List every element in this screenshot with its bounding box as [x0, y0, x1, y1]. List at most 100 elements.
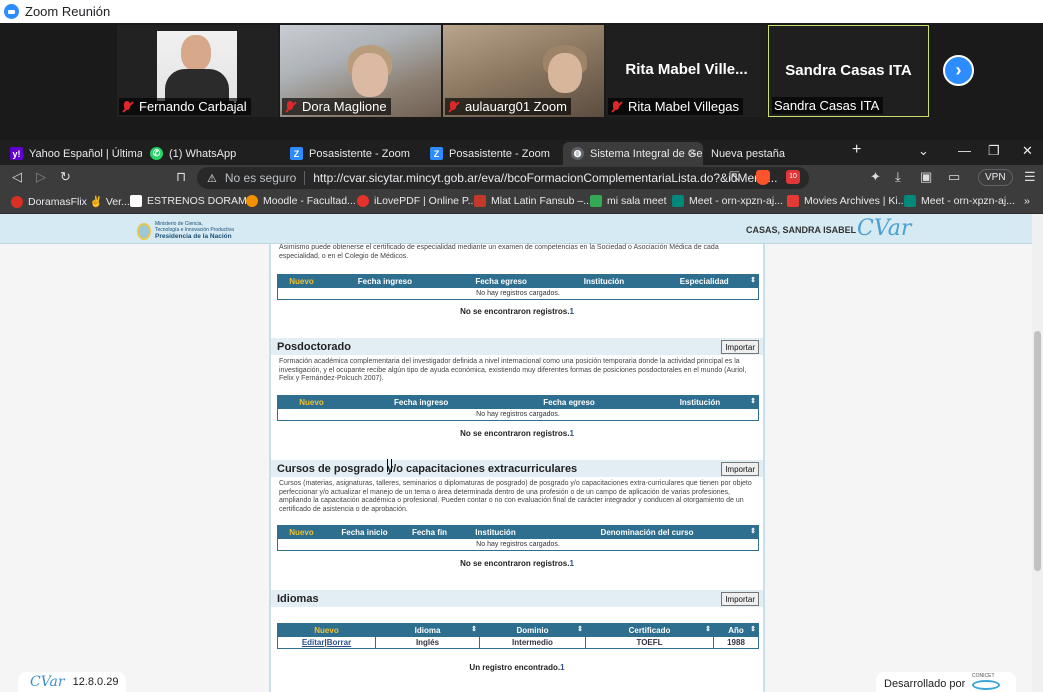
browser-tab[interactable]: Z Posasistente - Zoom	[422, 142, 562, 165]
column-header[interactable]: Fecha fin	[403, 525, 456, 539]
column-header[interactable]: Fecha egreso	[496, 395, 642, 409]
zoom-video-strip: Fernando Carbajal Dora Maglione aulauarg…	[0, 23, 1043, 140]
result-summary: No se encontraron registros.1	[271, 429, 763, 438]
participant-tile[interactable]: Dora Maglione	[280, 25, 441, 117]
share-icon[interactable]: ⇱	[729, 169, 740, 185]
bookmark-item[interactable]: iLovePDF | Online P...	[357, 195, 476, 207]
delete-link[interactable]: Borrar	[327, 638, 351, 647]
extensions-icon[interactable]: ✦	[870, 169, 881, 185]
security-label[interactable]: No es seguro	[225, 171, 296, 185]
column-header[interactable]: Certificado ⇕	[585, 623, 714, 637]
maximize-icon[interactable]: ❐	[988, 143, 1000, 159]
address-bar[interactable]: ⚠ No es seguro http://cvar.sicytar.mincy…	[197, 167, 809, 189]
tab-label: Posasistente - Zoom	[309, 147, 410, 160]
column-header[interactable]: Idioma ⇕	[375, 623, 480, 637]
import-button[interactable]: Importar	[721, 462, 759, 476]
back-icon[interactable]: ◁	[12, 169, 22, 185]
column-header-new[interactable]: Nuevo	[277, 274, 326, 288]
column-header[interactable]: Año ⇕	[713, 623, 759, 637]
mic-muted-icon	[610, 100, 622, 113]
header-label: Institución	[679, 397, 721, 407]
close-tab-icon[interactable]: ✕	[688, 147, 697, 160]
participant-tile[interactable]: aulauarg01 Zoom	[443, 25, 604, 117]
result-summary: No se encontraron registros.1	[271, 307, 763, 316]
bookmark-item[interactable]: Moodle - Facultad...	[246, 195, 356, 207]
cvar-logo[interactable]: CVar	[857, 216, 911, 241]
sort-icon[interactable]: ⇕	[705, 625, 711, 633]
result-page-link[interactable]: 1	[569, 429, 573, 438]
header-label: Institución	[475, 527, 516, 537]
wallet-icon[interactable]: ▭	[948, 169, 960, 185]
bookmark-item[interactable]: ESTRENOS DORAM...	[130, 195, 256, 207]
argentina-sun-icon	[137, 222, 151, 240]
result-page-link[interactable]: 1	[569, 307, 573, 316]
conicet-logo-icon[interactable]	[972, 680, 1000, 690]
sort-icon[interactable]: ⇕	[750, 625, 756, 633]
bookmark-page-icon[interactable]: ⊓	[176, 169, 186, 185]
minimize-icon[interactable]: —	[958, 143, 971, 158]
column-header[interactable]: Denominación del curso ⇕	[535, 525, 759, 539]
bookmark-item[interactable]: Movies Archives | Ki...	[787, 195, 907, 207]
forward-icon[interactable]: ▷	[36, 169, 46, 185]
vpn-button[interactable]: VPN	[978, 169, 1013, 186]
tab-search-chevron-icon[interactable]: ⌄	[918, 143, 929, 159]
browser-tab-active[interactable]: ◍ Sistema Integral de Ge ✕	[563, 142, 703, 165]
column-header[interactable]: Dominio ⇕	[479, 623, 586, 637]
sort-icon[interactable]: ⇕	[750, 397, 756, 405]
result-page-link[interactable]: 1	[569, 559, 573, 568]
result-page-link[interactable]: 1	[560, 663, 564, 672]
header-label: Nuevo	[289, 527, 314, 537]
column-header[interactable]: Institución ⇕	[640, 395, 760, 409]
browser-tab[interactable]: Nueva pestaña	[703, 142, 843, 165]
government-logo[interactable]: Ministerio de Ciencia, Tecnología e Inno…	[137, 221, 234, 241]
column-header[interactable]: Fecha inicio	[325, 525, 404, 539]
edit-link[interactable]: Editar	[302, 638, 325, 647]
sort-icon[interactable]: ⇕	[471, 625, 477, 633]
column-header-new[interactable]: Nuevo	[277, 525, 326, 539]
sort-icon[interactable]: ⇕	[577, 625, 583, 633]
url-text[interactable]: http://cvar.sicytar.mincyt.gob.ar/eva//b…	[313, 171, 777, 185]
column-header-new[interactable]: Nuevo	[277, 623, 376, 637]
omnibox-separator	[304, 171, 306, 185]
participant-tile-active[interactable]: Sandra Casas ITA Sandra Casas ITA	[768, 25, 929, 117]
sidebar-icon[interactable]: ▣	[920, 169, 932, 185]
section-title: Cursos de posgrado y/o capacitaciones ex…	[277, 463, 578, 475]
next-page-arrow-icon[interactable]: ›	[943, 55, 974, 86]
column-header[interactable]: Fecha ingreso	[325, 274, 445, 288]
browser-tab[interactable]: Z Posasistente - Zoom	[282, 142, 422, 165]
participant-tile[interactable]: Fernando Carbajal	[117, 25, 278, 117]
sort-icon[interactable]: ⇕	[750, 276, 756, 284]
result-text: No se encontraron registros.	[460, 307, 570, 316]
scroll-thumb[interactable]	[1034, 331, 1041, 571]
bookmark-favicon-icon	[246, 195, 258, 207]
column-header-new[interactable]: Nuevo	[277, 395, 346, 409]
participant-tile[interactable]: Rita Mabel Ville... Rita Mabel Villegas	[606, 25, 767, 117]
header-label: Idioma	[414, 625, 441, 635]
browser-tab[interactable]: ✆ (1) WhatsApp	[142, 142, 282, 165]
bookmark-item[interactable]: Mlat Latin Fansub –...	[474, 195, 592, 207]
column-header[interactable]: Institución	[455, 525, 536, 539]
more-bookmarks-icon[interactable]: »	[1024, 195, 1030, 207]
column-header[interactable]: Especialidad ⇕	[649, 274, 759, 288]
brave-shield-icon[interactable]	[756, 170, 770, 185]
reload-icon[interactable]: ↻	[60, 169, 71, 185]
sort-icon[interactable]: ⇕	[750, 527, 756, 535]
header-label: Nuevo	[299, 397, 324, 407]
brave-rewards-icon[interactable]: 10	[786, 170, 800, 184]
column-header[interactable]: Fecha egreso	[443, 274, 559, 288]
bookmark-item[interactable]: Meet - orn-xpzn-aj...	[904, 195, 1015, 207]
close-window-icon[interactable]: ✕	[1022, 143, 1033, 159]
import-button[interactable]: Importar	[721, 340, 759, 354]
page-scrollbar[interactable]	[1032, 214, 1043, 692]
section-header-posdoc: Posdoctorado Importar	[271, 338, 763, 355]
bookmark-item[interactable]: DoramasFlix ✌ Ver...	[11, 195, 130, 208]
new-tab-icon[interactable]: +	[852, 141, 861, 159]
import-button[interactable]: Importar	[721, 592, 759, 606]
bookmark-item[interactable]: Meet - orn-xpzn-aj...	[672, 195, 783, 207]
bookmark-item[interactable]: mi sala meet	[590, 195, 667, 207]
column-header[interactable]: Fecha ingreso	[344, 395, 498, 409]
browser-tab[interactable]: y! Yahoo Español | Últimas no	[2, 142, 142, 165]
download-icon[interactable]: ⤓	[895, 169, 901, 185]
menu-icon[interactable]: ☰	[1024, 169, 1036, 185]
column-header[interactable]: Institución	[557, 274, 651, 288]
